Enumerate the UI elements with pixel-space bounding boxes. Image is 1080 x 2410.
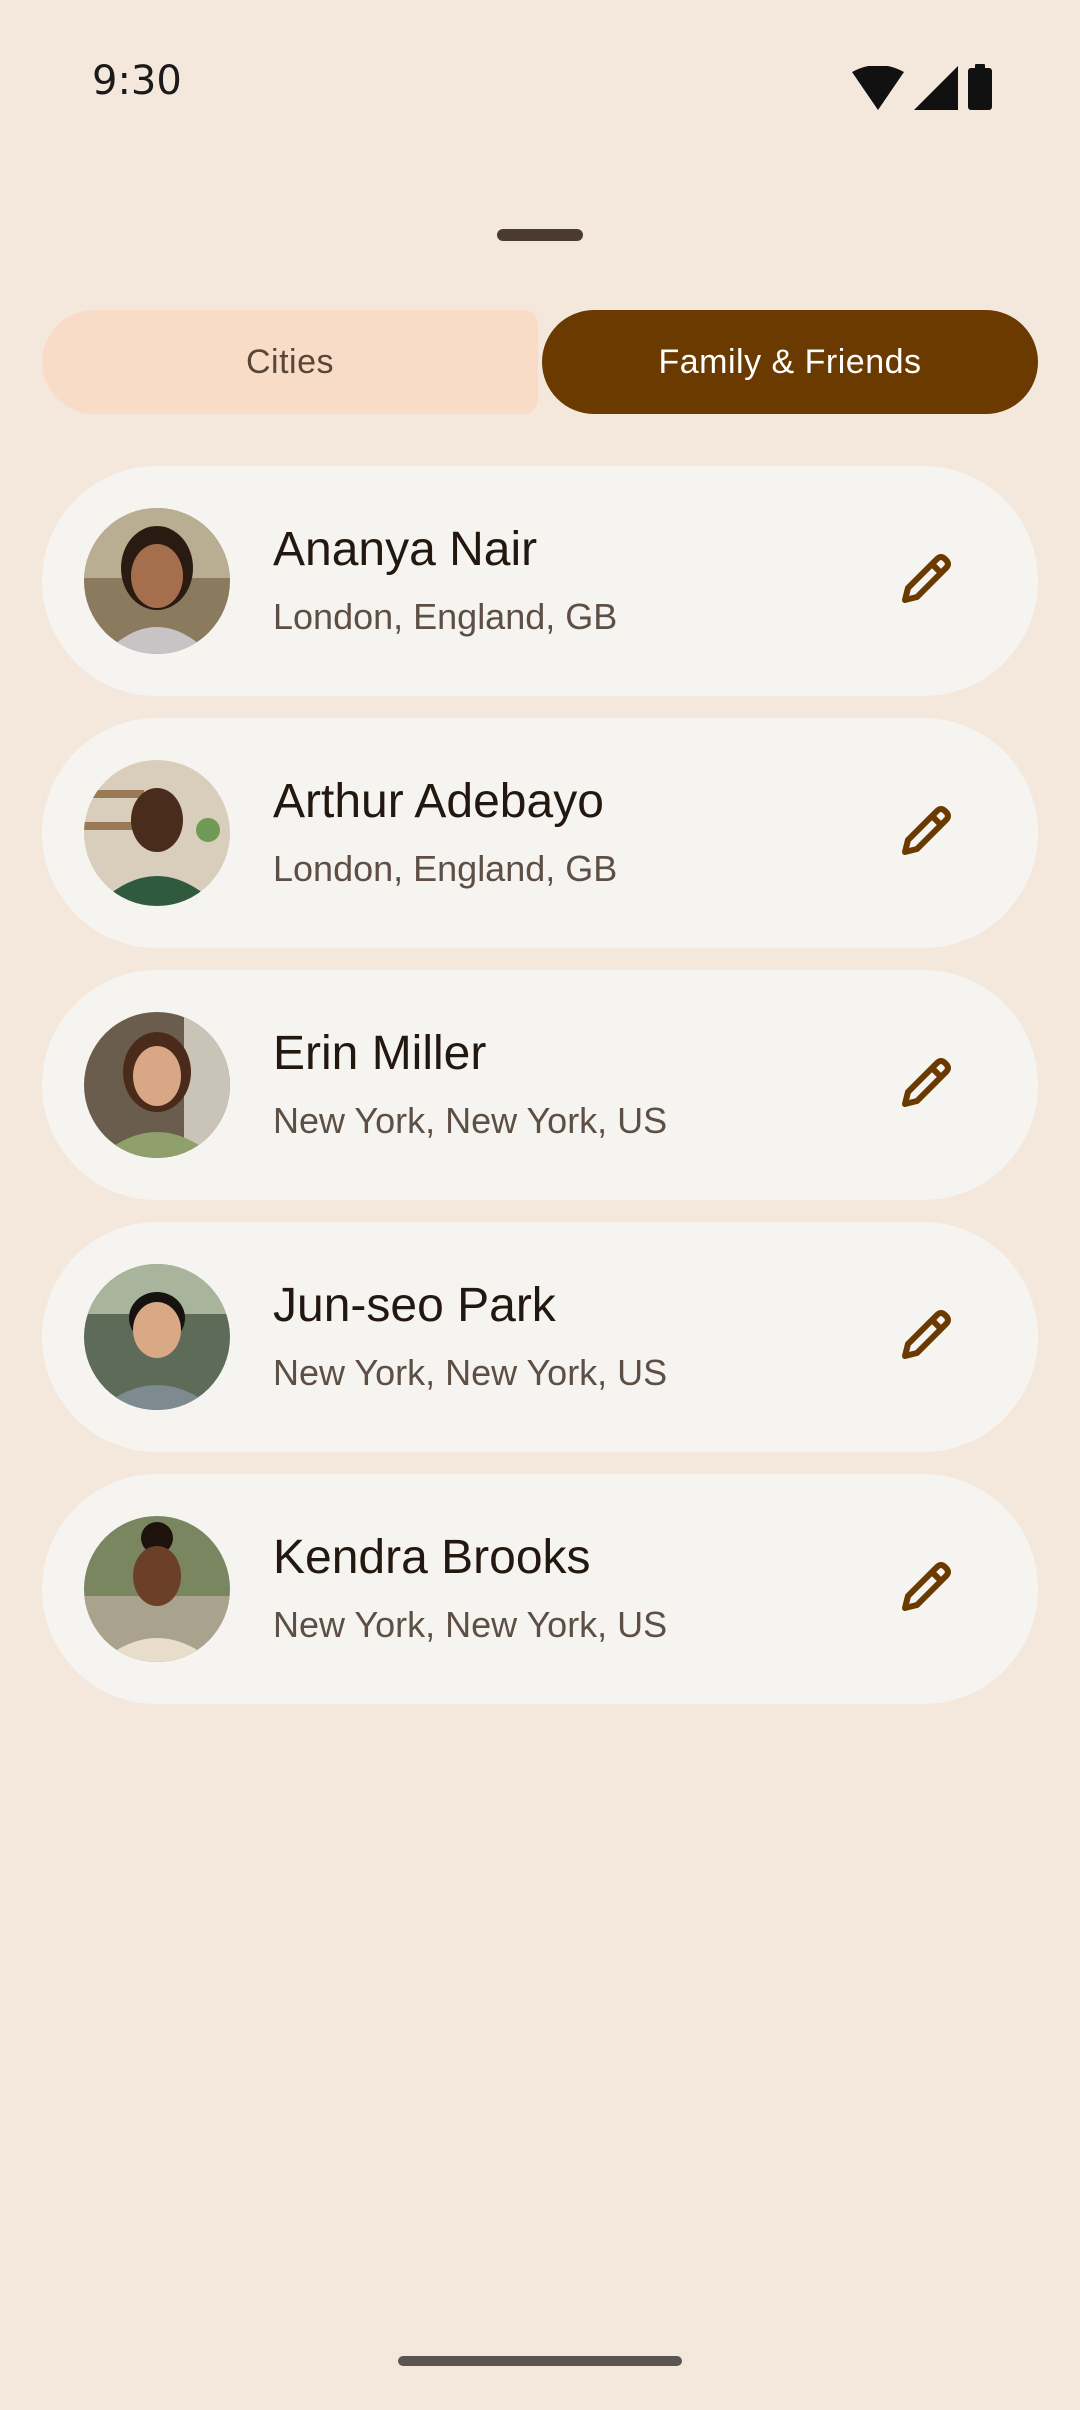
edit-button[interactable]: [890, 1553, 962, 1625]
pencil-icon: [899, 552, 953, 611]
contact-location: London, England, GB: [273, 848, 618, 889]
pencil-icon: [899, 804, 953, 863]
contact-location: New York, New York, US: [273, 1604, 668, 1645]
wifi-icon: [852, 65, 904, 115]
home-indicator[interactable]: [398, 2356, 682, 2366]
contact-card[interactable]: Ananya Nair London, England, GB: [42, 466, 1038, 696]
edit-button[interactable]: [890, 1301, 962, 1373]
contact-name: Kendra Brooks: [273, 1531, 591, 1584]
cellular-signal-icon: [914, 66, 958, 115]
status-time: 9:30: [92, 58, 182, 104]
contact-name: Arthur Adebayo: [273, 775, 604, 828]
pencil-icon: [899, 1560, 953, 1619]
edit-button[interactable]: [890, 545, 962, 617]
contact-card[interactable]: Erin Miller New York, New York, US: [42, 970, 1038, 1200]
edit-button[interactable]: [890, 797, 962, 869]
contacts-list: Ananya Nair London, England, GB Arthur A…: [42, 466, 1038, 1726]
contact-location: New York, New York, US: [273, 1352, 668, 1393]
status-icons: [852, 64, 992, 115]
contact-location: New York, New York, US: [273, 1100, 668, 1141]
contact-card[interactable]: Jun-seo Park New York, New York, US: [42, 1222, 1038, 1452]
pencil-icon: [899, 1056, 953, 1115]
battery-icon: [968, 64, 992, 115]
avatar: [84, 760, 230, 906]
avatar: [84, 1264, 230, 1410]
avatar: [84, 1012, 230, 1158]
drag-handle[interactable]: [497, 229, 583, 241]
contact-card[interactable]: Arthur Adebayo London, England, GB: [42, 718, 1038, 948]
avatar: [84, 508, 230, 654]
contact-name: Erin Miller: [273, 1027, 487, 1080]
contact-card[interactable]: Kendra Brooks New York, New York, US: [42, 1474, 1038, 1704]
contact-location: London, England, GB: [273, 596, 618, 637]
contact-name: Jun-seo Park: [273, 1279, 556, 1332]
tab-cities[interactable]: Cities: [42, 310, 538, 414]
avatar: [84, 1516, 230, 1662]
tab-family-friends[interactable]: Family & Friends: [542, 310, 1038, 414]
status-bar: 9:30: [0, 0, 1080, 170]
edit-button[interactable]: [890, 1049, 962, 1121]
pencil-icon: [899, 1308, 953, 1367]
segmented-tabs: Cities Family & Friends: [42, 310, 1038, 414]
contact-name: Ananya Nair: [273, 523, 538, 576]
